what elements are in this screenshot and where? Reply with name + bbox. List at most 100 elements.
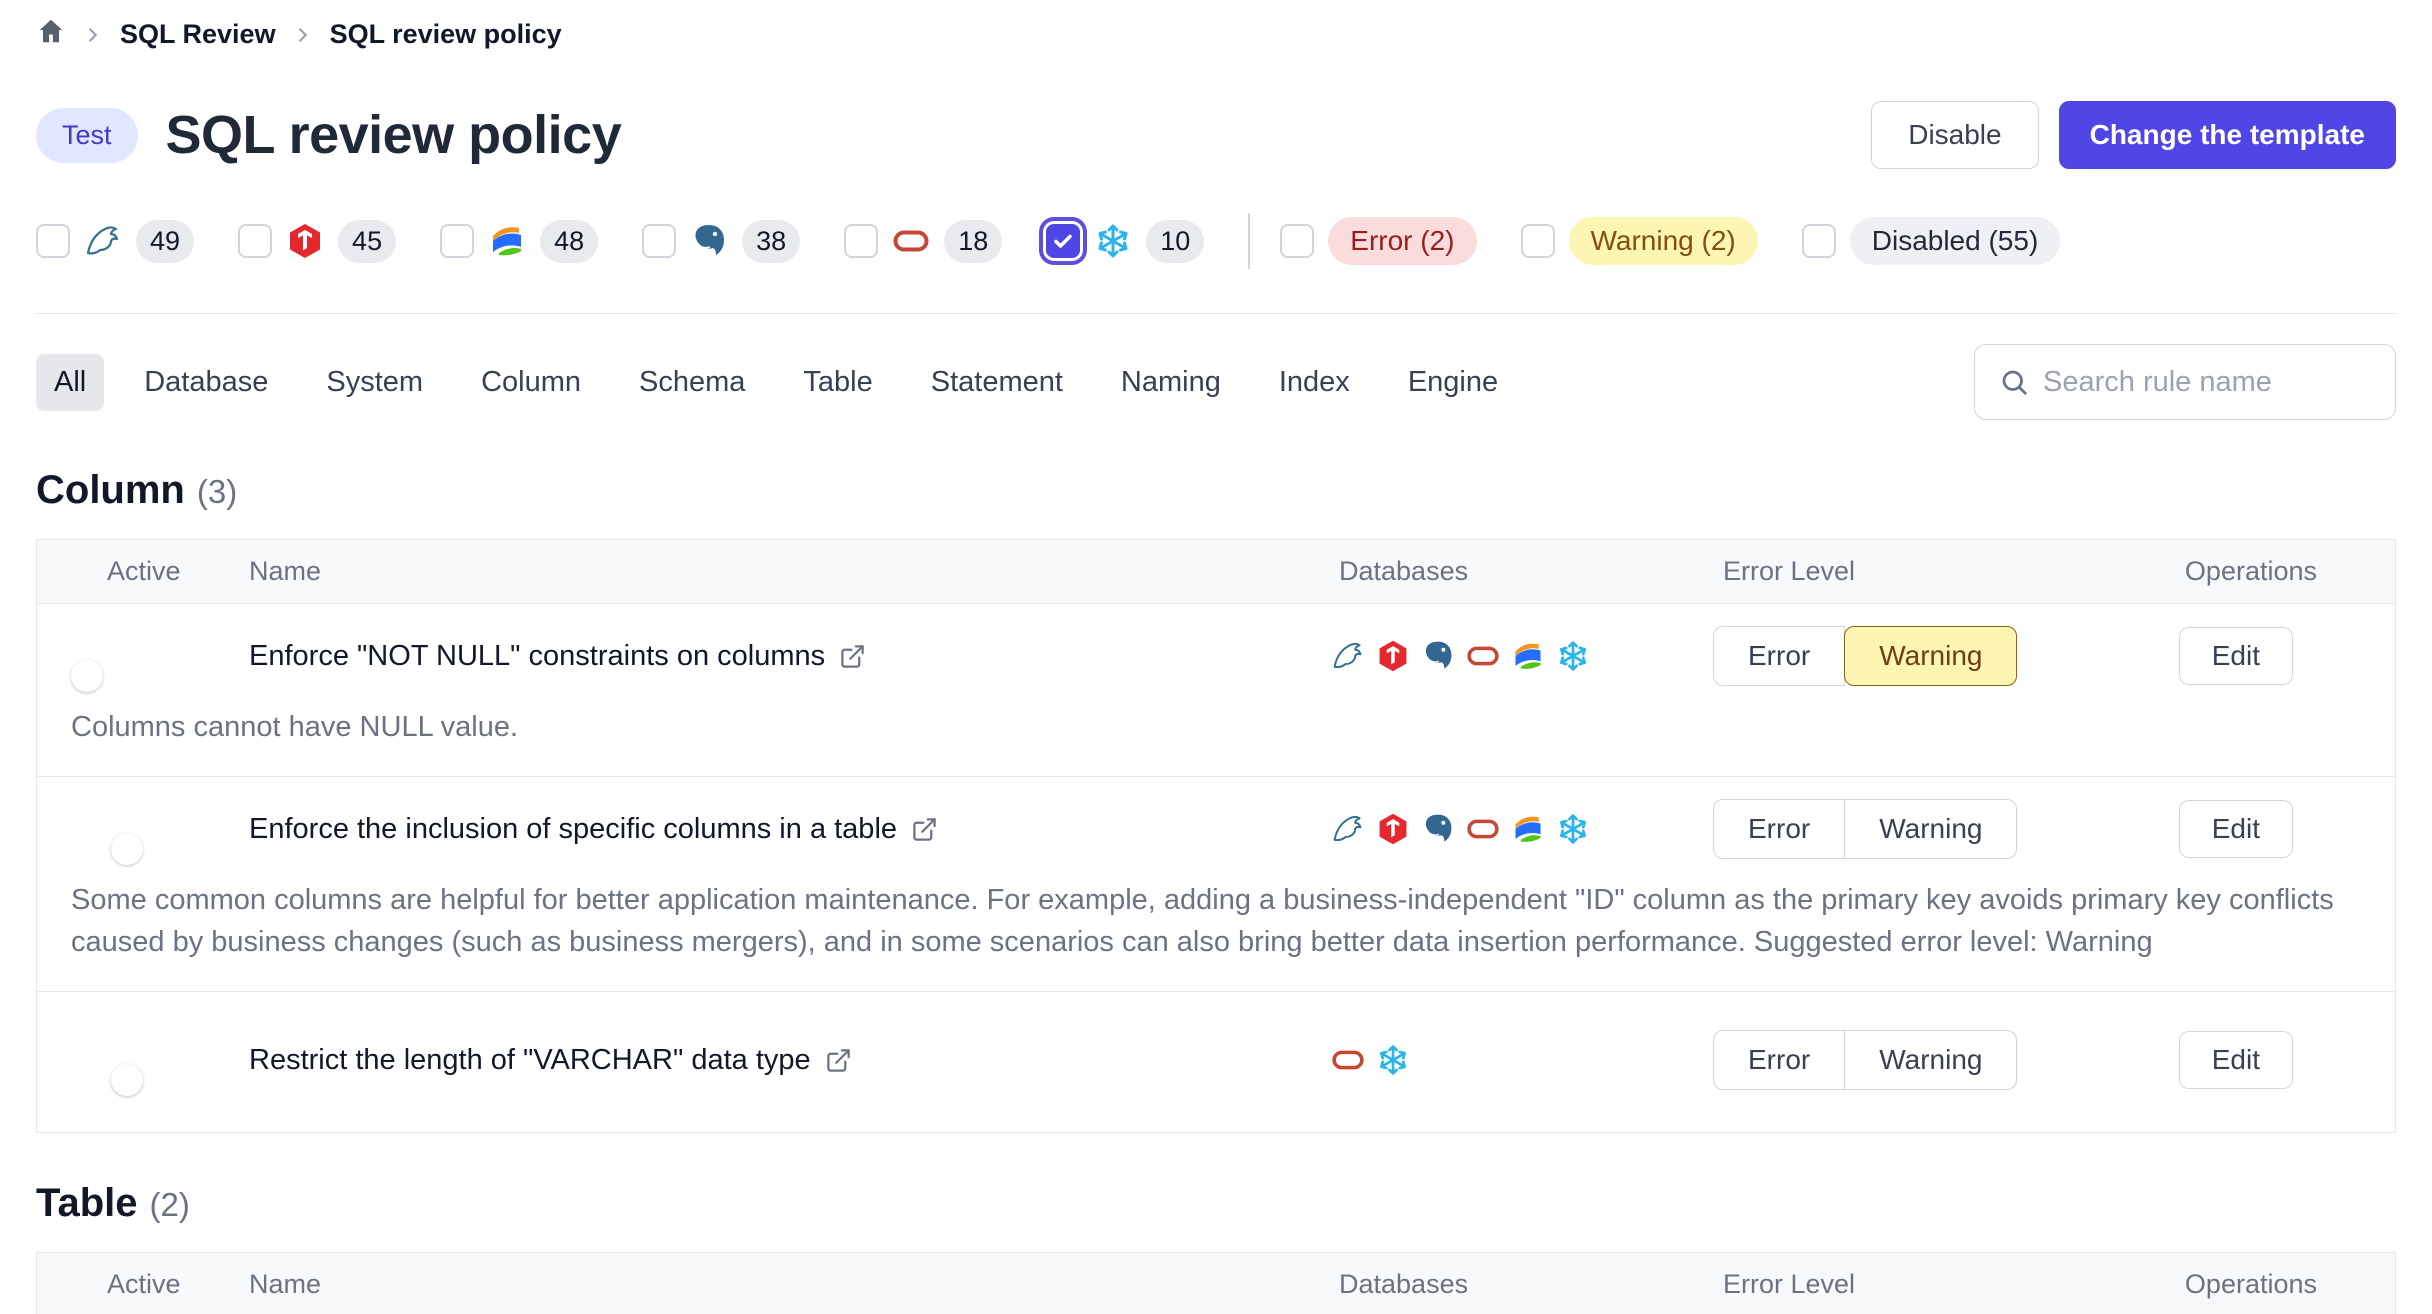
oracle-icon: [1466, 639, 1500, 673]
level-filter-error: Error (2): [1280, 217, 1476, 265]
mysql-checkbox[interactable]: [36, 224, 70, 258]
section-divider: [36, 313, 2396, 314]
tab-engine[interactable]: Engine: [1390, 354, 1516, 411]
rule-name: Enforce the inclusion of specific column…: [249, 813, 897, 846]
tab-naming[interactable]: Naming: [1103, 354, 1239, 411]
snowflake-checkbox[interactable]: [1046, 224, 1080, 258]
disable-button[interactable]: Disable: [1871, 101, 2038, 169]
snowflake-count-badge: 10: [1146, 220, 1204, 263]
mysql-icon: [84, 222, 122, 260]
external-link-icon[interactable]: [825, 1047, 852, 1074]
error-option-button[interactable]: Error: [1713, 799, 1845, 859]
tab-all[interactable]: All: [36, 354, 104, 411]
level-filter-disabled: Disabled (55): [1802, 217, 2061, 265]
engine-filter-postgres: 38: [642, 220, 800, 263]
tidb-checkbox[interactable]: [238, 224, 272, 258]
search-icon: [1999, 367, 2029, 397]
oracle-checkbox[interactable]: [844, 224, 878, 258]
warning-option-button[interactable]: Warning: [1844, 1030, 2017, 1090]
tidb-icon: [1376, 639, 1410, 673]
filter-bar: 49 45 48 38 18 10 Erro: [36, 213, 2396, 269]
error-option-button[interactable]: Error: [1713, 1030, 1845, 1090]
level-filter-warning: Warning (2): [1521, 217, 1758, 265]
oceanbase-icon: [488, 222, 526, 260]
rule-description: Columns cannot have NULL value.: [37, 688, 2395, 752]
engine-filter-oracle: 18: [844, 220, 1002, 263]
home-icon[interactable]: [36, 16, 66, 53]
tidb-icon: [1376, 812, 1410, 846]
breadcrumb-sql-review[interactable]: SQL Review: [120, 19, 276, 50]
error-option-button[interactable]: Error: [1713, 626, 1845, 686]
tab-database[interactable]: Database: [126, 354, 286, 411]
error-level-switch: Error Warning: [1713, 1030, 2017, 1090]
sql-review-policy-page: SQL Review SQL review policy Test SQL re…: [0, 0, 2432, 1314]
filter-divider: [1248, 213, 1250, 269]
mysql-count-badge: 49: [136, 220, 194, 263]
snowflake-icon: [1556, 812, 1590, 846]
external-link-icon[interactable]: [911, 816, 938, 843]
error-level-checkbox[interactable]: [1280, 224, 1314, 258]
page-header: Test SQL review policy Disable Change th…: [36, 101, 2396, 169]
postgres-icon: [1421, 639, 1455, 673]
rule-name: Enforce "NOT NULL" constraints on column…: [249, 640, 825, 673]
rule-description: Some common columns are helpful for bett…: [37, 861, 2395, 967]
table-header: Active Name Databases Error Level Operat…: [37, 540, 2395, 604]
search-input[interactable]: [2043, 366, 2395, 399]
section-title: Column: [36, 468, 185, 513]
section-count: (3): [197, 473, 237, 511]
oracle-icon: [1466, 812, 1500, 846]
section-title: Table: [36, 1181, 138, 1226]
tab-system[interactable]: System: [308, 354, 441, 411]
postgres-icon: [690, 222, 728, 260]
change-template-button[interactable]: Change the template: [2059, 101, 2396, 169]
tidb-icon: [286, 222, 324, 260]
mysql-icon: [1331, 812, 1365, 846]
breadcrumb: SQL Review SQL review policy: [36, 0, 2396, 53]
oracle-icon: [1331, 1043, 1365, 1077]
oceanbase-icon: [1511, 639, 1545, 673]
table-row: Enforce the inclusion of specific column…: [37, 777, 2395, 992]
disabled-level-checkbox[interactable]: [1802, 224, 1836, 258]
chevron-right-icon: [292, 24, 314, 46]
table-row: Enforce "NOT NULL" constraints on column…: [37, 604, 2395, 777]
disabled-count-pill: Disabled (55): [1850, 217, 2061, 265]
edit-button[interactable]: Edit: [2179, 627, 2293, 685]
tab-table[interactable]: Table: [785, 354, 890, 411]
rule-table-table: Active Name Databases Error Level Operat…: [36, 1252, 2396, 1314]
tab-column[interactable]: Column: [463, 354, 599, 411]
error-level-switch: Error Warning: [1713, 626, 2017, 686]
postgres-icon: [1421, 812, 1455, 846]
rule-table-column: Active Name Databases Error Level Operat…: [36, 539, 2396, 1133]
databases-cell: [1331, 1043, 1713, 1077]
warning-option-button[interactable]: Warning: [1844, 799, 2017, 859]
section-heading-column: Column (3): [36, 468, 2396, 513]
edit-button[interactable]: Edit: [2179, 800, 2293, 858]
oracle-icon: [892, 222, 930, 260]
tidb-count-badge: 45: [338, 220, 396, 263]
column-header-active: Active: [37, 1269, 249, 1300]
postgres-checkbox[interactable]: [642, 224, 676, 258]
breadcrumb-current: SQL review policy: [330, 19, 562, 50]
warning-level-checkbox[interactable]: [1521, 224, 1555, 258]
column-header-operations: Operations: [2013, 556, 2395, 587]
edit-button[interactable]: Edit: [2179, 1031, 2293, 1089]
tab-index[interactable]: Index: [1261, 354, 1368, 411]
oceanbase-checkbox[interactable]: [440, 224, 474, 258]
environment-badge[interactable]: Test: [36, 108, 138, 163]
error-count-pill: Error (2): [1328, 217, 1476, 265]
column-header-error-level: Error Level: [1713, 556, 2013, 587]
tab-schema[interactable]: Schema: [621, 354, 763, 411]
tab-statement[interactable]: Statement: [913, 354, 1081, 411]
section-heading-table: Table (2): [36, 1181, 2396, 1226]
column-header-name: Name: [249, 556, 1331, 587]
column-header-error-level: Error Level: [1713, 1269, 2013, 1300]
error-level-switch: Error Warning: [1713, 799, 2017, 859]
oracle-count-badge: 18: [944, 220, 1002, 263]
external-link-icon[interactable]: [839, 643, 866, 670]
rule-name: Restrict the length of "VARCHAR" data ty…: [249, 1044, 811, 1077]
databases-cell: [1331, 812, 1713, 846]
warning-option-button[interactable]: Warning: [1844, 626, 2017, 686]
snowflake-icon: [1376, 1043, 1410, 1077]
engine-filter-mysql: 49: [36, 220, 194, 263]
engine-filter-oceanbase: 48: [440, 220, 598, 263]
